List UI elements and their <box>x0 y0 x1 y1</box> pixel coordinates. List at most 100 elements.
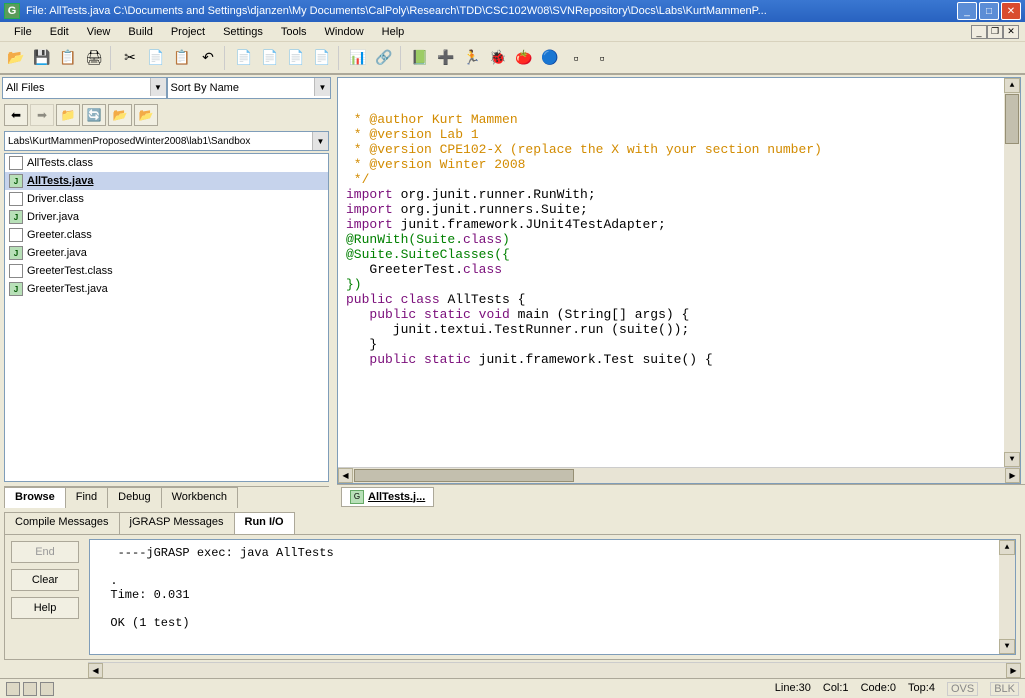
editor-vscroll[interactable]: ▲ ▼ <box>1004 78 1020 467</box>
filter-label: All Files <box>6 82 45 94</box>
status-icon[interactable] <box>40 682 54 696</box>
menu-tools[interactable]: Tools <box>273 24 315 40</box>
scroll-right-icon[interactable]: ▶ <box>1005 468 1020 483</box>
nav-refresh-button[interactable]: 🔄 <box>82 104 106 126</box>
status-top: Top:4 <box>908 682 935 696</box>
file-row[interactable]: Driver.class <box>5 190 328 208</box>
scroll-up-icon[interactable]: ▲ <box>999 540 1015 555</box>
menu-build[interactable]: Build <box>120 24 160 40</box>
file-row[interactable]: AllTests.class <box>5 154 328 172</box>
toolbar-button-3[interactable]: 🖨 <box>82 46 106 70</box>
toolbar-button-13[interactable]: 🔗 <box>372 46 396 70</box>
toolbar-button-14[interactable]: 📗 <box>408 46 432 70</box>
file-name: GreeterTest.class <box>27 265 113 277</box>
toolbar-button-5[interactable]: 📄 <box>144 46 168 70</box>
inner-minimize[interactable]: _ <box>971 25 987 39</box>
toolbar-button-0[interactable]: 📂 <box>4 46 28 70</box>
toolbar-button-6[interactable]: 📋 <box>170 46 194 70</box>
file-row[interactable]: JDriver.java <box>5 208 328 226</box>
menu-edit[interactable]: Edit <box>42 24 77 40</box>
file-name: AllTests.class <box>27 157 93 169</box>
menu-help[interactable]: Help <box>374 24 413 40</box>
inner-close[interactable]: ✕ <box>1003 25 1019 39</box>
sort-combo[interactable]: Sort By Name ▼ <box>167 77 332 99</box>
nav-up-button[interactable]: 📁 <box>56 104 80 126</box>
java-icon: J <box>9 282 23 296</box>
scroll-up-icon[interactable]: ▲ <box>1004 78 1020 93</box>
toolbar-button-18[interactable]: 🍅 <box>512 46 536 70</box>
class-icon <box>9 228 23 242</box>
file-row[interactable]: JGreeter.java <box>5 244 328 262</box>
scroll-down-icon[interactable]: ▼ <box>1004 452 1020 467</box>
scroll-down-icon[interactable]: ▼ <box>999 639 1015 654</box>
nav-folder2-button[interactable]: 📂 <box>134 104 158 126</box>
java-icon: J <box>9 174 23 188</box>
class-icon <box>9 156 23 170</box>
minimize-button[interactable]: _ <box>957 2 977 20</box>
status-col: Col:1 <box>823 682 849 696</box>
toolbar-button-10[interactable]: 📄 <box>284 46 308 70</box>
toolbar-button-15[interactable]: ➕ <box>434 46 458 70</box>
file-row[interactable]: GreeterTest.class <box>5 262 328 280</box>
scroll-left-icon[interactable]: ◀ <box>338 468 353 483</box>
console-output[interactable]: ----jGRASP exec: java AllTests . Time: 0… <box>89 539 1016 655</box>
toolbar-button-16[interactable]: 🏃 <box>460 46 484 70</box>
java-icon: J <box>9 246 23 260</box>
file-row[interactable]: JGreeterTest.java <box>5 280 328 298</box>
chevron-down-icon: ▼ <box>312 132 328 150</box>
toolbar-button-11[interactable]: 📄 <box>310 46 334 70</box>
status-icon[interactable] <box>23 682 37 696</box>
toolbar-button-19[interactable]: 🔵 <box>538 46 562 70</box>
file-row[interactable]: Greeter.class <box>5 226 328 244</box>
file-name: Driver.class <box>27 193 84 205</box>
toolbar-button-7[interactable]: ↶ <box>196 46 220 70</box>
nav-folder1-button[interactable]: 📂 <box>108 104 132 126</box>
toolbar-button-2[interactable]: 📋 <box>56 46 80 70</box>
scroll-thumb[interactable] <box>354 469 574 482</box>
scroll-thumb[interactable] <box>1005 94 1019 144</box>
toolbar-button-9[interactable]: 📄 <box>258 46 282 70</box>
bottom-tab-jgrasp-messages[interactable]: jGRASP Messages <box>119 512 235 534</box>
menu-file[interactable]: File <box>6 24 40 40</box>
status-icon[interactable] <box>6 682 20 696</box>
menu-settings[interactable]: Settings <box>215 24 271 40</box>
path-combo[interactable]: Labs\KurtMammenProposedWinter2008\lab1\S… <box>4 131 329 151</box>
status-code: Code:0 <box>861 682 896 696</box>
toolbar-button-17[interactable]: 🐞 <box>486 46 510 70</box>
toolbar-button-8[interactable]: 📄 <box>232 46 256 70</box>
toolbar-button-1[interactable]: 💾 <box>30 46 54 70</box>
editor-hscroll[interactable]: ◀ ▶ <box>338 467 1020 483</box>
left-tab-workbench[interactable]: Workbench <box>161 487 238 508</box>
editor-tab[interactable]: G AllTests.j... <box>341 487 434 507</box>
editor-tab-label: AllTests.j... <box>368 491 425 503</box>
scroll-right-icon[interactable]: ▶ <box>1006 663 1021 678</box>
bottom-tab-compile-messages[interactable]: Compile Messages <box>4 512 120 534</box>
help-button[interactable]: Help <box>11 597 79 619</box>
window-title: File: AllTests.java C:\Documents and Set… <box>24 5 957 17</box>
console-vscroll[interactable]: ▲ ▼ <box>999 540 1015 654</box>
console-hscroll[interactable]: ◀ ▶ <box>88 662 1021 678</box>
maximize-button[interactable]: □ <box>979 2 999 20</box>
menu-project[interactable]: Project <box>163 24 213 40</box>
menu-view[interactable]: View <box>79 24 119 40</box>
scroll-left-icon[interactable]: ◀ <box>88 663 103 678</box>
menu-window[interactable]: Window <box>317 24 372 40</box>
file-list: AllTests.class JAllTests.java Driver.class… <box>4 153 329 482</box>
nav-back-button[interactable]: ⬅ <box>4 104 28 126</box>
file-name: Driver.java <box>27 211 79 223</box>
toolbar-button-20[interactable]: ▫ <box>564 46 588 70</box>
bottom-tab-run-i-o[interactable]: Run I/O <box>234 512 295 534</box>
toolbar-button-12[interactable]: 📊 <box>346 46 370 70</box>
close-button[interactable]: ✕ <box>1001 2 1021 20</box>
toolbar-button-4[interactable]: ✂ <box>118 46 142 70</box>
left-tab-browse[interactable]: Browse <box>4 487 66 508</box>
nav-fwd-button[interactable]: ➡ <box>30 104 54 126</box>
code-editor[interactable]: * @author Kurt Mammen * @version Lab 1 *… <box>338 78 1020 467</box>
left-tab-debug[interactable]: Debug <box>107 487 161 508</box>
toolbar-button-21[interactable]: ▫ <box>590 46 614 70</box>
filter-combo[interactable]: All Files ▼ <box>2 77 167 99</box>
left-tab-find[interactable]: Find <box>65 487 108 508</box>
inner-restore[interactable]: ❐ <box>987 25 1003 39</box>
file-row[interactable]: JAllTests.java <box>5 172 328 190</box>
clear-button[interactable]: Clear <box>11 569 79 591</box>
